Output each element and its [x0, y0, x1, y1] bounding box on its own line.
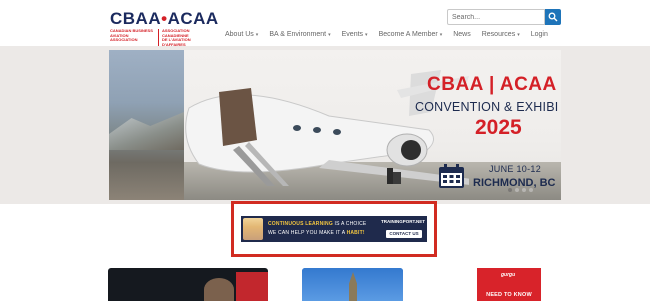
ad-person-photo: [243, 218, 263, 240]
logo-wordmark: CBAA•ACAA: [110, 9, 219, 28]
hero-date: JUNE 10-12: [489, 164, 542, 174]
slider-dot[interactable]: [515, 188, 519, 192]
ad-line-2: WE CAN HELP YOU MAKE IT A HABIT!: [268, 230, 365, 236]
news-card-image-2[interactable]: [302, 268, 403, 301]
search-input[interactable]: [447, 9, 545, 25]
ad-contact-us-button[interactable]: CONTACT US: [386, 230, 422, 238]
nav-item-events[interactable]: Events ▾: [342, 31, 368, 38]
page: CBAA•ACAA CANADIAN BUSINESS AVIATION ASS…: [0, 0, 650, 301]
nav-item-ba-environment[interactable]: BA & Environment ▾: [269, 31, 330, 38]
logo-subtitle-en: CANADIAN BUSINESS AVIATION ASSOCIATION: [110, 28, 153, 42]
slider-dots: [508, 188, 533, 192]
main-nav: About Us ▾ BA & Environment ▾ Events ▾ Beco…: [225, 31, 559, 38]
search-bar: [447, 9, 561, 25]
news-card-image-1[interactable]: [108, 268, 268, 301]
slider-dot[interactable]: [522, 188, 526, 192]
slider-dot[interactable]: [529, 188, 533, 192]
slider-dot[interactable]: [508, 188, 512, 192]
logo-subtitle: CANADIAN BUSINESS AVIATION ASSOCIATION A…: [110, 28, 215, 47]
hero-subtitle: CONVENTION & EXHIBI: [415, 100, 559, 114]
search-icon: [548, 12, 558, 22]
logo-subtitle-fr: ASSOCIATION CANADIENNE DE L'AVIATION D'A…: [162, 28, 191, 47]
nav-item-login[interactable]: Login: [531, 31, 548, 38]
chevron-down-icon: ▾: [365, 31, 368, 38]
hero-slider[interactable]: CBAA | ACAA CONVENTION & EXHIBI 2025 JUN…: [109, 50, 561, 200]
hero-title: CBAA | ACAA: [427, 74, 557, 95]
chevron-down-icon: ▾: [328, 31, 331, 38]
chevron-down-icon: ▾: [439, 31, 443, 38]
site-logo[interactable]: CBAA•ACAA CANADIAN BUSINESS AVIATION ASS…: [110, 9, 219, 47]
hero-year: 2025: [475, 116, 522, 139]
logo-divider: [158, 29, 159, 47]
need-to-know-card[interactable]: gurgu NEED TO KNOW: [477, 268, 541, 301]
nav-item-news[interactable]: News: [453, 31, 471, 38]
nav-item-about-us[interactable]: About Us ▾: [225, 31, 258, 38]
hero-aerial-photo: [109, 50, 184, 200]
nav-item-resources[interactable]: Resources ▾: [482, 31, 520, 38]
nav-item-become-a-member[interactable]: Become A Member ▾: [379, 31, 443, 38]
ad-line-1: CONTINUOUS LEARNING IS A CHOICE: [268, 221, 367, 227]
ad-brand-logo: TRAININGPORT.NET: [381, 219, 426, 224]
card-person: [204, 278, 234, 301]
chevron-down-icon: ▾: [255, 31, 259, 38]
chevron-down-icon: ▾: [517, 31, 520, 38]
card-brand-logo: gurgu: [501, 272, 516, 278]
calendar-icon: [439, 164, 464, 188]
trainingport-ad-banner[interactable]: CONTINUOUS LEARNING IS A CHOICE WE CAN H…: [241, 216, 427, 242]
card-curtain: [236, 272, 268, 301]
card-need-to-know-label: NEED TO KNOW: [486, 292, 532, 298]
business-jet-image: [185, 70, 469, 186]
search-button[interactable]: [545, 9, 561, 25]
